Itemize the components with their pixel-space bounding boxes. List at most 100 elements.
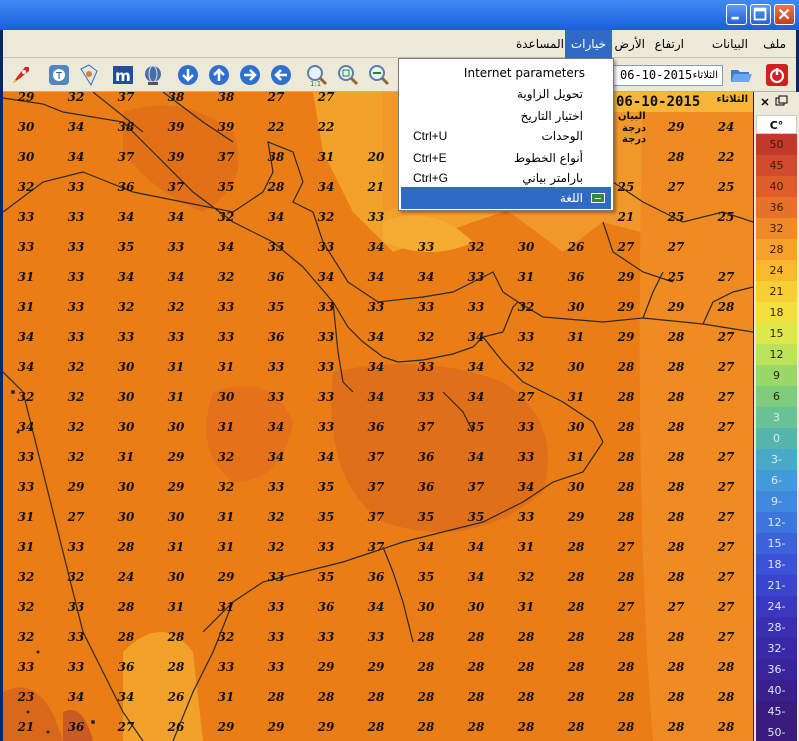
temperature-value: 34 xyxy=(167,270,185,284)
temperature-value: 33 xyxy=(117,330,135,344)
temperature-value: 32 xyxy=(67,92,85,104)
temperature-value: 28 xyxy=(117,630,135,644)
menu-data[interactable]: البيانات xyxy=(706,30,754,58)
globe-icon[interactable] xyxy=(141,63,165,87)
legend-entry: 45- xyxy=(756,701,797,722)
temperature-value: 34 xyxy=(367,240,385,254)
temperature-value: 33 xyxy=(267,570,285,584)
temperature-value: 30 xyxy=(467,600,485,614)
temperature-value: 34 xyxy=(417,270,435,284)
temperature-value: 27 xyxy=(317,92,335,104)
temperature-value: 31 xyxy=(567,450,585,464)
temperature-value: 28 xyxy=(667,540,685,554)
temperature-value: 34 xyxy=(467,450,485,464)
temperature-value: 37 xyxy=(417,420,435,434)
temperature-value: 30 xyxy=(517,240,535,254)
temperature-value: 33 xyxy=(17,660,35,674)
temperature-map[interactable]: 29 32 37 38 38 27 27 30 34 38 39 39 22 22 29 24 30 34 37 39… xyxy=(3,92,753,741)
temperature-value: 32 xyxy=(517,360,535,374)
temperature-value: 28 xyxy=(617,660,635,674)
view-icon[interactable]: T xyxy=(47,63,71,87)
maximize-button[interactable] xyxy=(750,4,771,25)
temperature-value: 25 xyxy=(667,210,685,224)
temperature-value: 28 xyxy=(417,720,435,734)
temperature-value: 27 xyxy=(717,390,735,404)
temperature-value: 28 xyxy=(167,660,185,674)
temperature-value: 27 xyxy=(667,180,685,194)
zoom-fit-icon[interactable] xyxy=(336,63,360,87)
temperature-value: 37 xyxy=(217,150,235,164)
temperature-value: 28 xyxy=(717,720,735,734)
close-button[interactable] xyxy=(774,4,795,25)
temperature-value: 37 xyxy=(467,480,485,494)
temperature-value: 30 xyxy=(117,420,135,434)
zoom-in-icon[interactable]: 1:1 xyxy=(305,63,329,88)
temperature-value: 33 xyxy=(317,360,335,374)
temperature-value: 31 xyxy=(117,450,135,464)
power-icon[interactable] xyxy=(765,63,789,87)
temperature-value: 21 xyxy=(367,180,385,194)
menu-item-choose-date[interactable]: اختيار التاريخ xyxy=(401,105,611,127)
svg-text:m: m xyxy=(115,67,131,85)
legend-entry: 36- xyxy=(756,659,797,680)
temperature-value: 32 xyxy=(217,270,235,284)
menu-file[interactable]: ملف xyxy=(757,30,792,58)
temperature-value: 27 xyxy=(717,360,735,374)
arrow-right-icon[interactable] xyxy=(238,63,262,87)
menu-item-angle-conversion[interactable]: تحويل الزاوية xyxy=(401,83,611,105)
menu-help[interactable]: المساعدة xyxy=(510,30,570,58)
rocket-icon[interactable] xyxy=(9,63,33,87)
temperature-value: 36 xyxy=(417,450,435,464)
temperature-value: 32 xyxy=(17,630,35,644)
temperature-value: 30 xyxy=(117,390,135,404)
temperature-value: 36 xyxy=(267,330,285,344)
temperature-value: 36 xyxy=(417,480,435,494)
temperature-value: 28 xyxy=(667,150,685,164)
temperature-value: 29 xyxy=(67,480,85,494)
arrow-up-icon[interactable] xyxy=(207,63,231,87)
temperature-value: 28 xyxy=(467,720,485,734)
temperature-value: 34 xyxy=(67,150,85,164)
temperature-value: 39 xyxy=(167,120,185,134)
temperature-value: 27 xyxy=(117,720,135,734)
temperature-value: 34 xyxy=(67,690,85,704)
temperature-value: 34 xyxy=(467,330,485,344)
temperature-value: 32 xyxy=(17,600,35,614)
arrow-down-icon[interactable] xyxy=(176,63,200,87)
menu-item-internet-parameters[interactable]: Internet parameters xyxy=(401,62,611,84)
menu-options[interactable]: خيارات xyxy=(564,30,612,58)
temperature-value: 22 xyxy=(717,150,735,164)
open-folder-icon[interactable] xyxy=(729,63,753,87)
temperature-value: 36 xyxy=(117,660,135,674)
temperature-value: 26 xyxy=(567,240,585,254)
menu-item-units[interactable]: Ctrl+U الوحدات xyxy=(401,125,611,147)
temperature-value: 28 xyxy=(617,570,635,584)
temperature-value: 29 xyxy=(17,92,35,104)
temperature-value: 33 xyxy=(217,330,235,344)
temperature-value: 30 xyxy=(117,480,135,494)
temperature-value: 36 xyxy=(567,270,585,284)
menu-height[interactable]: ارتفاع xyxy=(649,30,690,58)
temperature-value: 32 xyxy=(467,240,485,254)
satellite-icon[interactable] xyxy=(77,63,101,87)
temperature-value: 37 xyxy=(367,450,385,464)
temperature-value: 33 xyxy=(17,210,35,224)
temperature-value: 28 xyxy=(667,390,685,404)
temperature-value: 33 xyxy=(267,360,285,374)
zoom-out-icon[interactable] xyxy=(367,63,391,87)
arrow-left-icon[interactable] xyxy=(269,63,293,87)
map-date-overlay: 06-10-2015 الثلاثاء البيان درجة درجة xyxy=(612,92,752,148)
temperature-value: 34 xyxy=(117,690,135,704)
temperature-value: 27 xyxy=(717,630,735,644)
temperature-value: 33 xyxy=(317,240,335,254)
date-field[interactable]: 06-10-2015 الثلاثاء xyxy=(611,65,723,86)
menu-item-language[interactable]: اللغة xyxy=(401,187,611,209)
menu-item-graph-parameter[interactable]: Ctrl+G بارامتر بياني xyxy=(401,167,611,189)
menu-earth[interactable]: الأرض xyxy=(609,30,651,58)
temperature-value: 28 xyxy=(267,690,285,704)
temperature-value: 35 xyxy=(467,510,485,524)
minimize-button[interactable] xyxy=(726,4,747,25)
menu-item-line-types[interactable]: Ctrl+E أنواع الخطوط xyxy=(401,147,611,169)
temperature-value: 27 xyxy=(667,600,685,614)
meteo-icon[interactable]: m xyxy=(111,63,135,87)
